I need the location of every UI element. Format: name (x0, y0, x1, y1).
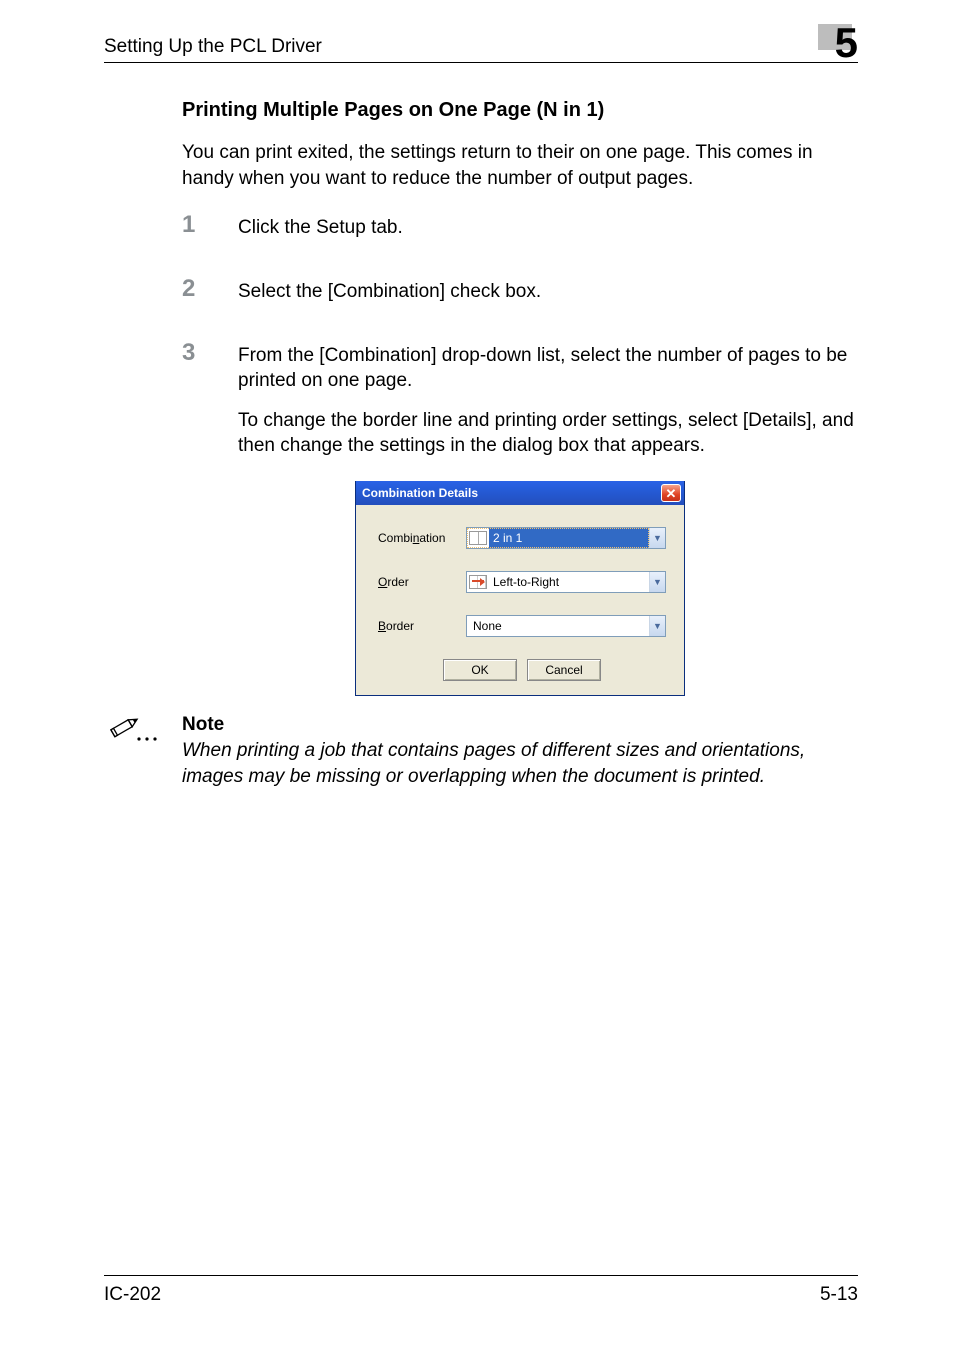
note-text: When printing a job that contains pages … (182, 738, 858, 789)
combination-value: 2 in 1 (489, 528, 649, 548)
step-number: 2 (182, 277, 238, 301)
page-header: Setting Up the PCL Driver 5 (104, 28, 858, 63)
footer-right: 5-13 (820, 1284, 858, 1306)
cancel-button[interactable]: Cancel (527, 659, 601, 681)
running-title: Setting Up the PCL Driver (104, 36, 322, 58)
step-text: From the [Combination] drop-down list, s… (238, 343, 858, 394)
order-label: Order (378, 575, 466, 589)
step-3: 3 From the [Combination] drop-down list,… (182, 343, 858, 474)
border-label: Border (378, 619, 466, 633)
step-number: 3 (182, 341, 238, 365)
step-text: Click the Setup tab. (238, 215, 403, 241)
step-2: 2 Select the [Combination] check box. (182, 279, 858, 319)
combination-details-dialog: Combination Details ✕ Combination 2 (355, 481, 685, 696)
left-to-right-icon (467, 572, 489, 592)
chapter-number: 5 (835, 26, 858, 60)
combination-label: Combination (378, 531, 466, 545)
chevron-down-icon: ▼ (649, 616, 665, 636)
step-1: 1 Click the Setup tab. (182, 215, 858, 255)
dialog-title: Combination Details (362, 486, 478, 500)
page-footer: IC-202 5-13 (104, 1275, 858, 1306)
combination-dropdown[interactable]: 2 in 1 ▼ (466, 527, 666, 549)
border-value: None (467, 616, 649, 636)
note-heading: Note (182, 714, 858, 736)
footer-left: IC-202 (104, 1284, 161, 1306)
ok-button[interactable]: OK (443, 659, 517, 681)
section-intro: You can print exited, the settings retur… (182, 140, 858, 191)
note-block: Note When printing a job that contains p… (104, 714, 858, 789)
step-text-extra: To change the border line and printing o… (238, 408, 858, 459)
chevron-down-icon: ▼ (649, 572, 665, 592)
note-pencil-icon (106, 708, 166, 748)
close-icon: ✕ (666, 487, 677, 500)
step-text: Select the [Combination] check box. (238, 279, 541, 305)
border-dropdown[interactable]: None ▼ (466, 615, 666, 637)
chevron-down-icon: ▼ (649, 528, 665, 548)
dialog-titlebar: Combination Details ✕ (356, 481, 684, 505)
order-value: Left-to-Right (489, 572, 649, 592)
close-button[interactable]: ✕ (661, 484, 681, 502)
two-in-one-icon (467, 528, 489, 548)
chapter-number-badge: 5 (818, 28, 858, 58)
step-number: 1 (182, 213, 238, 237)
order-dropdown[interactable]: Left-to-Right ▼ (466, 571, 666, 593)
section-heading: Printing Multiple Pages on One Page (N i… (182, 99, 858, 122)
